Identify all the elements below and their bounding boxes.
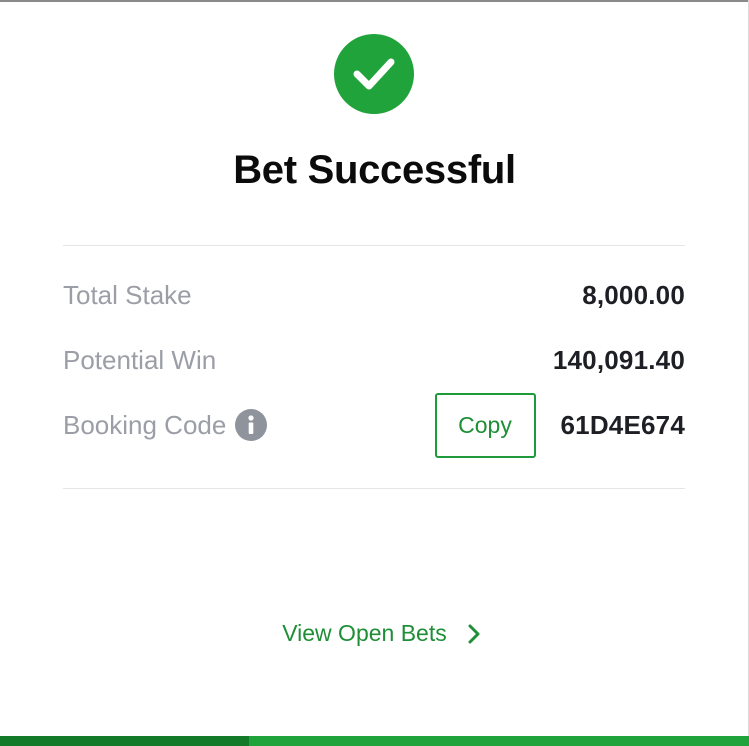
total-stake-label: Total Stake xyxy=(63,279,192,310)
booking-code-right-group: Copy 61D4E674 xyxy=(434,392,685,458)
copy-button[interactable]: Copy xyxy=(434,392,536,458)
potential-win-row: Potential Win 140,091.40 xyxy=(63,335,685,385)
potential-win-label: Potential Win xyxy=(63,344,217,375)
total-stake-row: Total Stake 8,000.00 xyxy=(63,270,685,320)
divider-top xyxy=(63,245,685,246)
booking-code-label-group: Booking Code xyxy=(63,409,268,441)
booking-code-label: Booking Code xyxy=(63,409,227,440)
view-open-bets-label: View Open Bets xyxy=(282,620,447,646)
chevron-right-icon xyxy=(467,623,481,645)
bottom-progress-bar-segment xyxy=(0,736,249,746)
booking-code-value: 61D4E674 xyxy=(560,409,685,440)
divider-bottom xyxy=(63,488,685,489)
view-open-bets-link[interactable]: View Open Bets xyxy=(0,620,749,647)
success-check-icon xyxy=(334,34,414,114)
potential-win-value: 140,091.40 xyxy=(552,344,685,375)
page-title: Bet Successful xyxy=(233,148,516,192)
info-icon[interactable] xyxy=(235,409,268,441)
window-top-border xyxy=(0,0,749,2)
booking-code-row: Booking Code Copy 61D4E674 xyxy=(63,392,685,458)
total-stake-value: 8,000.00 xyxy=(582,279,685,310)
bottom-progress-bar xyxy=(0,736,749,746)
